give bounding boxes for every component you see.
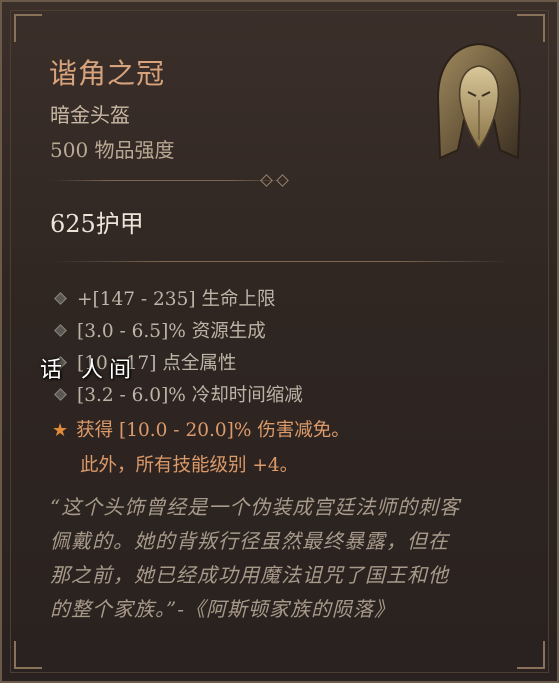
watermark: 话 人间 — [40, 358, 137, 383]
header-divider — [50, 180, 290, 181]
flavor-line: 的整个家族。”-《阿斯顿家族的陨落》 — [50, 597, 395, 621]
diamond-bullet-icon — [54, 291, 67, 305]
affix-line: [3.2 - 6.0]% 冷却时间缩减 — [54, 381, 303, 409]
flavor-line: 佩戴的。她的背叛行径虽然最终暴露，但在 — [50, 529, 449, 553]
armor-value: 625护甲 — [50, 210, 144, 238]
item-name: 谐角之冠 — [49, 57, 166, 90]
frame-corner-ornament — [14, 641, 42, 669]
flavor-line: 那之前，她已经成功用魔法诅咒了国王和他 — [50, 563, 449, 587]
item-tooltip: 谐角之冠 暗金头盔 500 物品强度 625护甲 +[147 - 235] 生命… — [0, 0, 559, 683]
helmet-icon — [436, 42, 522, 160]
unique-power-continued: 此外，所有技能级别 +4。 — [80, 455, 299, 476]
affix-text: [3.2 - 6.0]% 冷却时间缩减 — [77, 385, 303, 406]
diamond-bullet-icon — [54, 387, 67, 401]
frame-corner-ornament — [517, 14, 545, 42]
frame-corner-ornament — [14, 14, 42, 42]
diamond-bullet-icon — [54, 323, 67, 337]
frame-corner-ornament — [517, 641, 545, 669]
affix-line: +[147 - 235] 生命上限 — [54, 285, 276, 313]
affix-line: [3.0 - 6.5]% 资源生成 — [54, 317, 266, 345]
divider-ornament-icon — [276, 174, 289, 187]
unique-power-text: 获得 [10.0 - 20.0]% 伤害减免。 — [76, 420, 350, 441]
affix-text: +[147 - 235] 生命上限 — [77, 289, 276, 310]
affix-text: [3.0 - 6.5]% 资源生成 — [77, 321, 266, 342]
unique-power: ★ 获得 [10.0 - 20.0]% 伤害减免。 — [52, 416, 350, 442]
flavor-text: “这个头饰曾经是一个伪装成宫廷法师的刺客 佩戴的。她的背叛行径虽然最终暴露，但在… — [50, 490, 520, 626]
divider-ornament-icon — [260, 174, 273, 187]
flavor-line: “这个头饰曾经是一个伪装成宫廷法师的刺客 — [50, 495, 461, 519]
stats-divider — [50, 261, 512, 262]
item-type: 暗金头盔 — [50, 103, 130, 127]
item-power: 500 物品强度 — [50, 138, 175, 162]
star-icon: ★ — [52, 420, 69, 441]
